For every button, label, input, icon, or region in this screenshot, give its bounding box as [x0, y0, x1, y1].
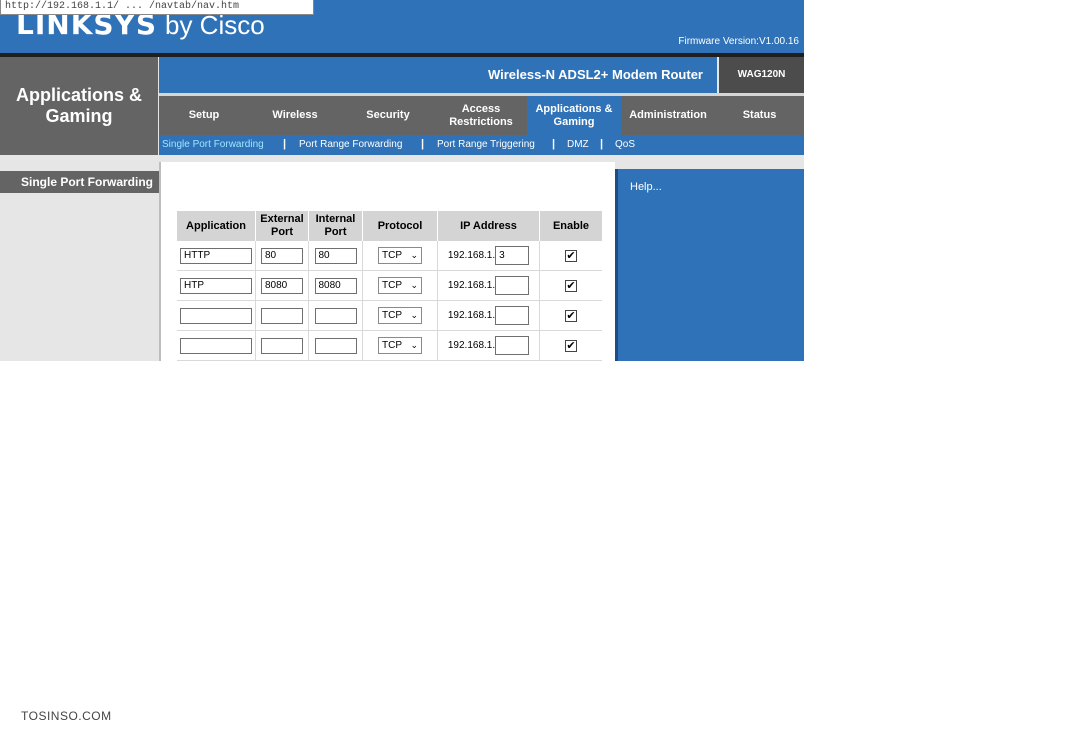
sub-navigation: Single Port Forwarding | Port Range Forw…	[159, 135, 804, 155]
tab-label: Applications & Gaming	[535, 102, 613, 128]
external-port-input[interactable]	[261, 337, 303, 354]
subnav-port-range-triggering[interactable]: Port Range Triggering	[437, 139, 535, 150]
ip-last-octet-input[interactable]	[495, 246, 530, 265]
column-header-application: Application	[177, 211, 256, 241]
section-title-line2: Gaming	[45, 106, 113, 126]
ip-prefix: 192.168.1.	[447, 280, 496, 291]
column-header-internal-port: Internal Port	[308, 211, 363, 241]
protocol-select[interactable]: TCP ⌄	[378, 307, 422, 324]
internal-port-input[interactable]	[314, 337, 357, 354]
enable-checkbox[interactable]: ✔	[565, 339, 577, 352]
internal-port-input[interactable]	[314, 277, 357, 294]
column-header-enable: Enable	[539, 211, 602, 241]
section-title: Applications & Gaming	[0, 85, 158, 127]
table-row: TCP⌄ 192.168.1. ✔	[177, 300, 602, 331]
protocol-select[interactable]: TCP ⌄	[378, 277, 422, 294]
table-row: TCP⌄ 192.168.1. ✔	[177, 330, 602, 361]
subnav-separator: |	[600, 138, 604, 150]
enable-checkbox[interactable]: ✔	[565, 249, 577, 262]
help-link[interactable]: Help...	[630, 181, 662, 193]
divider	[0, 155, 804, 162]
main-tabs: Setup Wireless Security Access Restrictio…	[159, 93, 804, 135]
tab-label: Access Restrictions	[449, 102, 513, 128]
external-port-input[interactable]	[261, 307, 303, 324]
tab-applications-gaming[interactable]: Applications & Gaming	[527, 96, 621, 135]
firmware-version: Firmware Version:V1.00.16	[678, 36, 799, 47]
table-row: TCP⌄ 192.168.1. ✔	[177, 270, 602, 301]
column-header-ip-address: IP Address	[437, 211, 540, 241]
product-name: Wireless-N ADSL2+ Modem Router	[487, 67, 703, 82]
protocol-select[interactable]: TCP ⌄	[378, 337, 422, 354]
tab-setup[interactable]: Setup	[159, 96, 249, 135]
ip-last-octet-input[interactable]	[495, 336, 530, 355]
tab-access-restrictions[interactable]: Access Restrictions	[435, 96, 527, 135]
port-forwarding-table: Application External Port Internal Port Pr…	[177, 211, 602, 361]
ip-prefix: 192.168.1.	[447, 340, 496, 351]
external-port-input[interactable]	[261, 277, 303, 294]
column-header-external-port: External Port	[255, 211, 309, 241]
subnav-separator: |	[421, 138, 425, 150]
application-name-input[interactable]	[180, 337, 252, 354]
tab-security[interactable]: Security	[341, 96, 435, 135]
column-header-protocol: Protocol	[362, 211, 438, 241]
internal-port-input[interactable]	[314, 307, 357, 324]
application-name-input[interactable]	[180, 307, 252, 324]
application-name-input[interactable]	[180, 247, 252, 264]
chevron-down-icon: ⌄	[410, 280, 418, 290]
tab-status[interactable]: Status	[715, 96, 804, 135]
ip-prefix: 192.168.1.	[447, 310, 496, 321]
model-box: WAG120N	[719, 57, 804, 93]
model-name: WAG120N	[737, 69, 786, 80]
subnav-port-range-forwarding[interactable]: Port Range Forwarding	[299, 139, 402, 150]
chevron-down-icon: ⌄	[410, 250, 418, 260]
watermark: TOSINSO.COM	[21, 709, 112, 723]
subnav-single-port-forwarding[interactable]: Single Port Forwarding	[162, 139, 264, 150]
router-admin-page: LINKSYS by Cisco Firmware Version:V1.00.1…	[0, 0, 804, 361]
subnav-qos[interactable]: QoS	[615, 139, 635, 150]
section-title-line1: Applications &	[15, 85, 142, 105]
help-panel: Help...	[615, 169, 804, 361]
tab-wireless[interactable]: Wireless	[249, 96, 341, 135]
application-name-input[interactable]	[180, 277, 252, 294]
section-title-panel: Applications & Gaming	[0, 57, 158, 155]
left-panel-title: Single Port Forwarding	[0, 171, 159, 193]
url-tooltip: http://192.168.1.1/ ... /navtab/nav.htm	[0, 0, 314, 15]
subnav-separator: |	[283, 138, 287, 150]
chevron-down-icon: ⌄	[410, 340, 418, 350]
tab-label: Security	[366, 109, 410, 121]
tab-label: Administration	[629, 109, 707, 121]
tab-label: Setup	[188, 109, 220, 121]
ip-prefix: 192.168.1.	[447, 250, 496, 261]
table-row: TCP⌄ 192.168.1. ✔	[177, 241, 602, 271]
enable-checkbox[interactable]: ✔	[565, 279, 577, 292]
tab-administration[interactable]: Administration	[621, 96, 715, 135]
subnav-dmz[interactable]: DMZ	[567, 139, 589, 150]
enable-checkbox[interactable]: ✔	[565, 309, 577, 322]
table-header-row: Application External Port Internal Port Pr…	[177, 211, 602, 241]
ip-last-octet-input[interactable]	[495, 276, 530, 295]
chevron-down-icon: ⌄	[410, 310, 418, 320]
external-port-input[interactable]	[261, 247, 303, 264]
ip-last-octet-input[interactable]	[495, 306, 530, 325]
protocol-select[interactable]: TCP ⌄	[378, 247, 422, 264]
tab-label: Status	[742, 109, 777, 121]
tab-label: Wireless	[272, 109, 318, 121]
subnav-separator: |	[552, 138, 556, 150]
internal-port-input[interactable]	[314, 247, 357, 264]
product-bar: Wireless-N ADSL2+ Modem Router	[159, 57, 717, 93]
